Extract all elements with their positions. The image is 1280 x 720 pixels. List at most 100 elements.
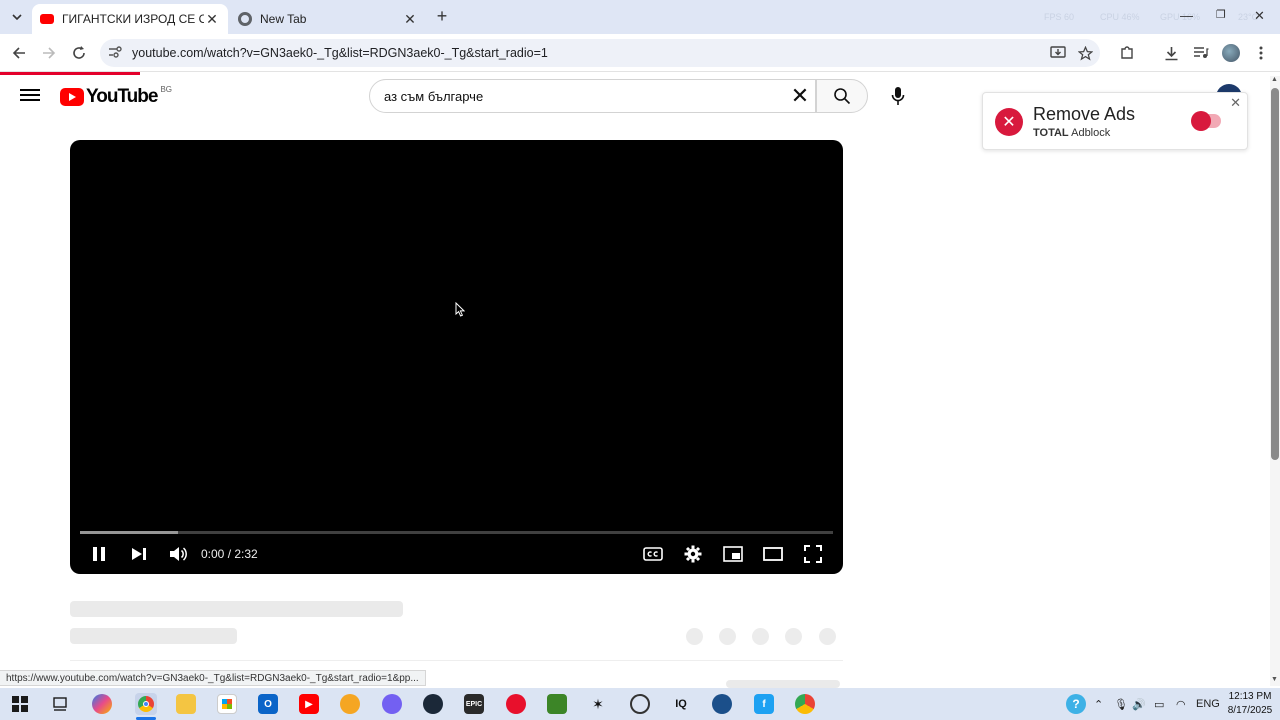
- close-popup-icon[interactable]: ✕: [1230, 95, 1241, 111]
- voice-search-button[interactable]: [880, 79, 916, 113]
- settings-button[interactable]: [680, 543, 706, 565]
- gear-icon: [684, 545, 702, 563]
- fullscreen-button[interactable]: [800, 543, 826, 565]
- close-window-icon[interactable]: ✕: [1254, 8, 1265, 24]
- chevron-down-icon: [12, 14, 22, 20]
- wifi-icon[interactable]: ◠: [1176, 698, 1186, 711]
- viber-icon[interactable]: [382, 694, 402, 714]
- browser-toolbar: youtube.com/watch?v=GN3aek0-_Tg&list=RDG…: [0, 34, 1280, 72]
- opera-icon[interactable]: [506, 694, 526, 714]
- subtitles-button[interactable]: [640, 543, 666, 565]
- page-scrollbar[interactable]: ▲ ▼: [1270, 76, 1280, 686]
- minimize-icon[interactable]: —: [1180, 8, 1193, 23]
- chrome-alt-icon[interactable]: [795, 694, 815, 714]
- steam-icon[interactable]: [423, 694, 443, 714]
- bookmark-button[interactable]: [1074, 42, 1096, 64]
- browser-menu-button[interactable]: [1250, 42, 1272, 64]
- fullscreen-icon: [804, 545, 822, 563]
- brand-rest: Adblock: [1071, 127, 1111, 139]
- remove-ads-toggle[interactable]: [1191, 111, 1221, 131]
- help-icon[interactable]: ?: [1066, 694, 1086, 714]
- chrome-taskbar-icon[interactable]: [135, 693, 157, 715]
- star-icon: [1077, 45, 1093, 61]
- pause-icon: [93, 547, 105, 561]
- minecraft-icon[interactable]: [547, 694, 567, 714]
- profile-avatar-icon: [1222, 44, 1240, 62]
- miniplayer-button[interactable]: [720, 543, 746, 565]
- divider: [70, 660, 843, 661]
- copilot-icon[interactable]: [92, 694, 112, 714]
- downloads-button[interactable]: [1160, 42, 1182, 64]
- arrow-right-icon: [43, 47, 56, 59]
- youtube-favicon-icon: [40, 14, 54, 24]
- volume-button[interactable]: [166, 543, 190, 565]
- install-app-button[interactable]: [1047, 42, 1069, 64]
- reload-button[interactable]: [68, 42, 90, 64]
- youtube-logo[interactable]: YouTube BG: [60, 85, 172, 108]
- clear-search-icon[interactable]: ✕: [785, 83, 815, 109]
- epic-games-icon[interactable]: EPIC: [464, 694, 484, 714]
- title-placeholder: [70, 601, 403, 617]
- site-info-icon[interactable]: [108, 45, 126, 61]
- guide-menu-button[interactable]: [18, 86, 42, 106]
- pause-button[interactable]: [88, 543, 110, 565]
- logo-text: YouTube: [86, 86, 158, 107]
- battery-icon[interactable]: ▭: [1154, 698, 1164, 711]
- tab-new-tab[interactable]: New Tab ✕: [230, 4, 426, 34]
- download-icon: [1165, 46, 1177, 60]
- restore-icon[interactable]: ❐: [1216, 8, 1226, 21]
- outlook-icon[interactable]: O: [258, 694, 278, 714]
- tab-search-button[interactable]: [6, 7, 28, 27]
- windows-start-icon[interactable]: [10, 694, 30, 714]
- puzzle-icon: [1121, 46, 1133, 59]
- skip-next-icon: [132, 548, 146, 560]
- arrow-left-icon: [12, 47, 25, 59]
- tab-youtube-video[interactable]: ГИГАНТСКИ ИЗРОД СЕ ОПИТ ✕: [32, 4, 228, 34]
- app-icon-f[interactable]: f: [754, 694, 774, 714]
- browser-tab-bar: ГИГАНТСКИ ИЗРОД СЕ ОПИТ ✕ New Tab ✕ + FP…: [0, 0, 1280, 34]
- next-button[interactable]: [128, 543, 150, 565]
- youtube-app-icon[interactable]: ▶: [299, 694, 319, 714]
- scroll-down-icon[interactable]: ▼: [1271, 676, 1278, 683]
- task-view-icon[interactable]: [50, 694, 70, 714]
- app-icon-orange[interactable]: [340, 694, 360, 714]
- app-icon-iq[interactable]: IQ: [671, 694, 691, 714]
- search-query-text: аз съм българче: [384, 88, 484, 104]
- page-load-progress: [0, 72, 140, 75]
- progress-bar[interactable]: [80, 531, 833, 534]
- theater-mode-button[interactable]: [760, 543, 786, 565]
- back-button[interactable]: [8, 42, 30, 64]
- microphone-tray-icon[interactable]: 🎙: [1114, 698, 1128, 711]
- new-tab-button[interactable]: +: [432, 6, 452, 26]
- speaker-icon[interactable]: 🔊: [1132, 698, 1146, 711]
- taskbar-clock[interactable]: 12:13 PM 8/17/2025: [1222, 690, 1278, 718]
- adblock-x-icon: ✕: [995, 108, 1023, 136]
- popup-title: Remove Ads: [1033, 104, 1136, 124]
- close-tab-icon[interactable]: ✕: [204, 11, 220, 28]
- close-tab-icon[interactable]: ✕: [402, 11, 418, 28]
- microsoft-store-icon[interactable]: [217, 694, 237, 714]
- search-input[interactable]: аз съм българче ✕: [369, 79, 816, 113]
- theater-mode-icon: [763, 547, 783, 561]
- forward-button[interactable]: [38, 42, 60, 64]
- language-indicator[interactable]: ENG: [1196, 698, 1220, 710]
- video-player[interactable]: 0:00 / 2:32: [70, 140, 843, 574]
- action-placeholder: [785, 628, 802, 645]
- profile-button[interactable]: [1220, 42, 1242, 64]
- app-icon-star[interactable]: ✶: [588, 694, 608, 714]
- file-explorer-icon[interactable]: [176, 694, 196, 714]
- scrollbar-thumb[interactable]: [1271, 88, 1279, 460]
- steam-alt-icon[interactable]: [712, 694, 732, 714]
- buffered-bar: [80, 531, 178, 534]
- address-bar[interactable]: youtube.com/watch?v=GN3aek0-_Tg&list=RDG…: [100, 39, 1100, 67]
- search-button[interactable]: [816, 79, 868, 113]
- popup-brand: TOTAL Adblock: [1033, 127, 1110, 139]
- link-status-bar: https://www.youtube.com/watch?v=GN3aek0-…: [0, 670, 426, 686]
- chevron-up-icon[interactable]: ⌃: [1094, 698, 1103, 711]
- app-icon-gauge[interactable]: [630, 694, 650, 714]
- reload-icon: [73, 46, 85, 59]
- media-controls-button[interactable]: [1190, 42, 1212, 64]
- action-placeholder: [719, 628, 736, 645]
- scroll-up-icon[interactable]: ▲: [1271, 76, 1278, 83]
- extensions-button[interactable]: [1116, 42, 1138, 64]
